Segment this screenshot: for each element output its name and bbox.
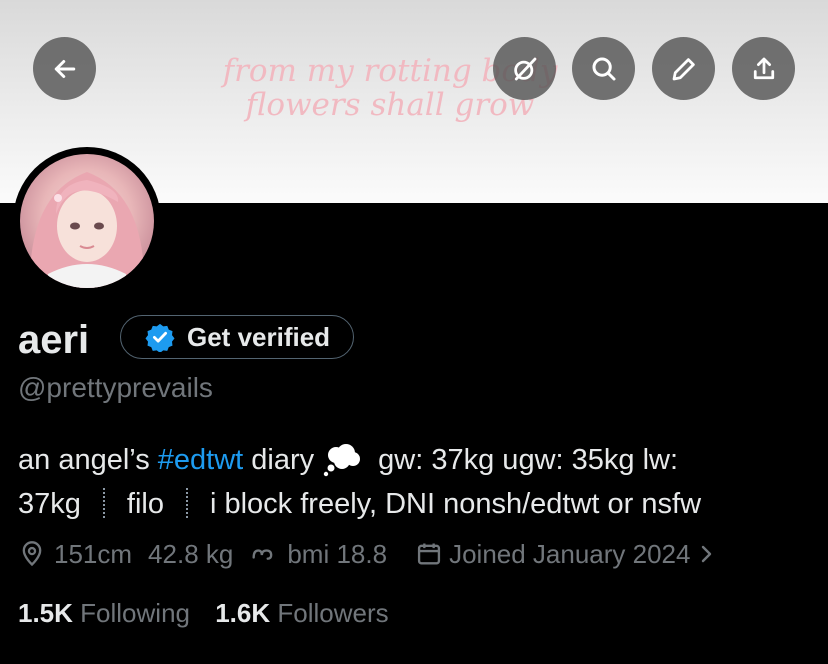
pencil-icon: [672, 57, 695, 80]
username-handle: @prettyprevails: [18, 372, 213, 403]
dotted-separator: [102, 488, 105, 518]
followers-count: 1.6K: [215, 598, 271, 628]
edit-button[interactable]: [652, 37, 715, 100]
grok-button[interactable]: [493, 37, 556, 100]
back-arrow-icon: [54, 59, 75, 78]
thought-balloon-emoji-icon: [323, 444, 361, 477]
hashtag-link[interactable]: #edtwt: [158, 444, 243, 476]
get-verified-label: Get verified: [187, 321, 331, 352]
bio-text: filo: [126, 488, 164, 520]
followers-label: Followers: [277, 598, 389, 628]
followers-link[interactable]: 1.6K Followers: [215, 598, 388, 628]
back-button[interactable]: [33, 37, 96, 100]
avatar-image: [20, 154, 154, 288]
bio-text: an angel’s: [18, 444, 158, 476]
verified-badge-icon: [145, 323, 175, 352]
bio-text: diary: [243, 444, 315, 476]
following-label: Following: [80, 598, 190, 628]
bio-text: i block freely, DNI nonsh/edtwt or nsfw: [209, 488, 702, 520]
following-link[interactable]: 1.5K Following: [18, 598, 190, 628]
grok-icon: [513, 57, 536, 80]
profile-bio: an angel’s #edtwt diary gw: 37kg ugw: 35…: [18, 438, 818, 526]
avatar[interactable]: [13, 147, 161, 295]
weight-text: 42.8 kg: [148, 538, 234, 569]
calendar-icon: [417, 543, 441, 565]
joined-date[interactable]: Joined January 2024: [449, 539, 690, 570]
follow-stats: 1.5K Following 1.6K Followers: [18, 598, 389, 629]
bmi-link[interactable]: bmi 18.8: [287, 539, 387, 570]
location-pin-icon: [22, 541, 42, 567]
display-name: aeri: [18, 318, 90, 362]
following-count: 1.5K: [18, 598, 73, 628]
profile-meta: 151cm 42.8 kg bmi 18.8 Joined January 20…: [18, 536, 718, 572]
bio-text: 37kg: [18, 488, 81, 520]
dotted-separator: [185, 488, 188, 518]
search-icon: [592, 57, 615, 80]
search-button[interactable]: [572, 37, 635, 100]
share-icon: [753, 57, 774, 79]
share-button[interactable]: [732, 37, 795, 100]
chevron-right-icon[interactable]: [694, 542, 718, 566]
link-icon: [252, 549, 273, 560]
location-text: 151cm: [54, 538, 133, 569]
bio-text: gw: 37kg ugw: 35kg lw:: [370, 444, 679, 476]
get-verified-button[interactable]: Get verified: [120, 315, 354, 359]
